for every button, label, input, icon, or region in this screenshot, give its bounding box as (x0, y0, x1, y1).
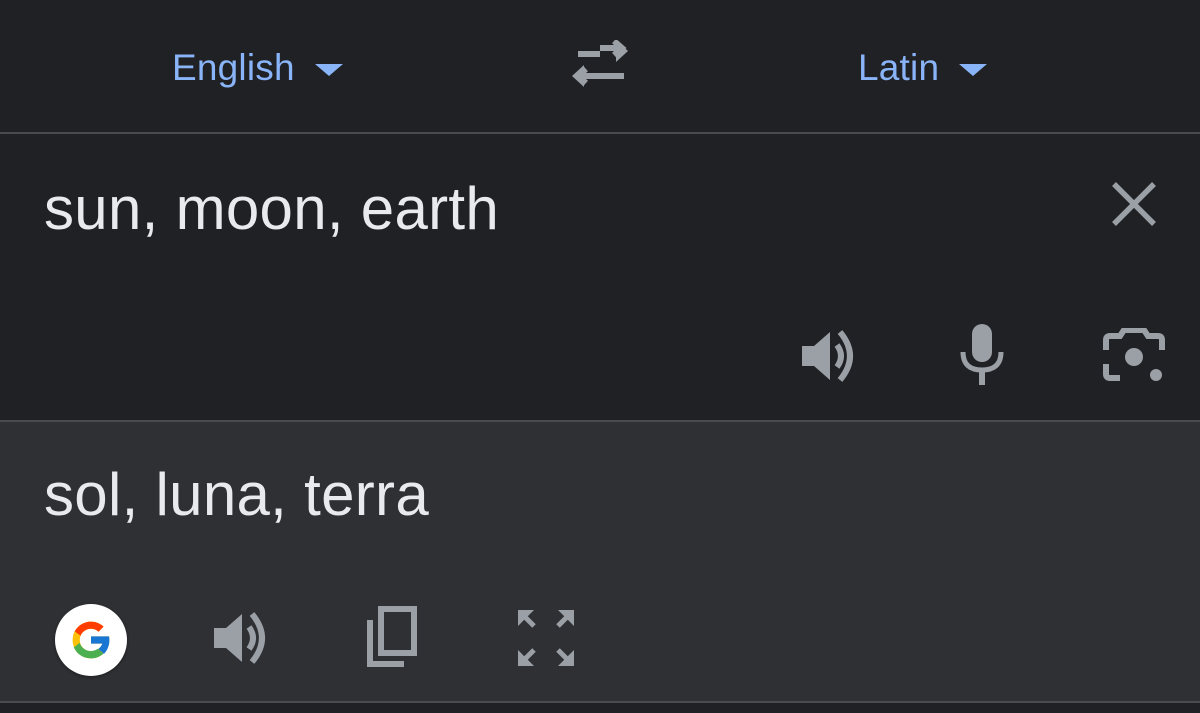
google-search-button[interactable] (55, 604, 127, 676)
source-text-input[interactable]: sun, moon, earth (44, 174, 499, 243)
language-bar: English Latin (0, 0, 1200, 134)
microphone-button[interactable] (950, 324, 1014, 388)
caret-down-icon (314, 64, 343, 76)
copy-icon (367, 606, 417, 667)
copy-translation-button[interactable] (360, 606, 424, 670)
caret-down-icon (959, 64, 988, 76)
speaker-icon (802, 330, 853, 382)
source-listen-button[interactable] (796, 328, 864, 384)
translation-result-text: sol, luna, terra (44, 461, 429, 528)
swap-arrows-icon (572, 38, 628, 87)
translation-result-panel: sol, luna, terra (0, 422, 1200, 703)
target-language-label: Latin (858, 47, 940, 88)
camera-translate-button[interactable] (1102, 327, 1166, 386)
fullscreen-icon (518, 610, 574, 666)
source-language-label: English (172, 47, 295, 88)
close-icon (1112, 182, 1156, 226)
microphone-icon (960, 324, 1004, 385)
bottom-strip (0, 703, 1200, 713)
source-language-selector[interactable]: English (172, 42, 343, 94)
camera-lens-icon (1103, 327, 1165, 381)
google-logo-icon (72, 621, 111, 659)
source-panel: sun, moon, earth (0, 134, 1200, 422)
swap-languages-button[interactable] (566, 38, 634, 94)
target-language-selector[interactable]: Latin (858, 42, 988, 94)
fullscreen-button[interactable] (512, 604, 580, 672)
speaker-icon (214, 612, 265, 664)
result-listen-button[interactable] (208, 610, 276, 666)
clear-input-button[interactable] (1108, 178, 1160, 230)
